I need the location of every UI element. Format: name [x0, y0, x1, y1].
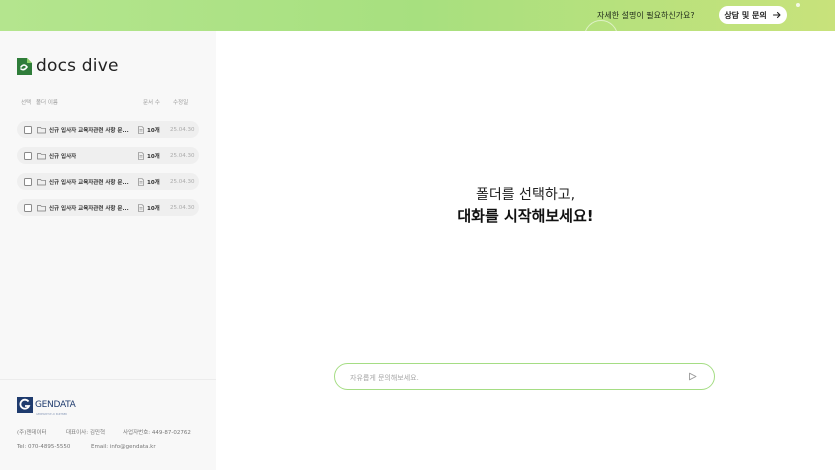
company-logo-text: GENDATA: [35, 400, 76, 410]
folder-doc-count: 10개: [147, 205, 160, 212]
document-icon: [138, 177, 144, 186]
gendata-logo-icon: [17, 397, 33, 413]
folder-date: 25.04.30: [170, 178, 195, 185]
footer-divider: [0, 379, 216, 380]
header-modified: 수정일: [173, 100, 189, 106]
send-icon[interactable]: [688, 372, 697, 381]
docs-dive-logo-icon: [17, 57, 32, 75]
folder-row[interactable]: 신규 입사자 교육자관련 사항 문... 10개 25.04.30: [17, 199, 199, 216]
folder-icon: [37, 152, 46, 159]
chat-input[interactable]: [348, 364, 672, 391]
main-title-line2: 대화를 시작해보세요!: [457, 207, 594, 225]
folder-date: 25.04.30: [170, 152, 195, 159]
top-banner: 자세한 설명이 필요하신가요? 상담 및 문의: [0, 0, 835, 31]
app-logo[interactable]: docs dive: [17, 56, 119, 76]
folder-date: 25.04.30: [170, 204, 195, 211]
chat-input-box: [334, 363, 715, 391]
folder-icon: [37, 178, 46, 185]
email-info: Email: info@gendata.kr: [91, 444, 156, 450]
folder-doc-count: 10개: [147, 127, 160, 134]
header-select: 선택: [21, 100, 32, 106]
logo-text: docs dive: [36, 56, 119, 76]
contact-button[interactable]: 상담 및 문의: [719, 6, 787, 24]
document-icon: [138, 125, 144, 134]
folder-checkbox[interactable]: [24, 151, 32, 160]
business-number: 사업자번호: 449-87-02762: [123, 430, 191, 436]
folder-checkbox[interactable]: [24, 125, 32, 134]
folder-name: 신규 입사자 교육자관련 사항 문...: [49, 179, 129, 186]
main-title-line1: 폴더를 선택하고,: [475, 187, 576, 203]
phone-info: Tel: 070-4895-5550: [17, 444, 71, 450]
arrow-right-icon: [772, 11, 781, 19]
header-doc-count: 문서 수: [143, 100, 160, 106]
folder-doc-count: 10개: [147, 153, 160, 160]
company-logo: GENDATA GENERATIVE AI PARTNER: [17, 397, 76, 416]
folder-date: 25.04.30: [170, 126, 195, 133]
company-logo-subtitle: GENERATIVE AI PARTNER: [36, 413, 68, 416]
folder-name: 신규 입사자 교육자관련 사항 문...: [49, 205, 129, 212]
folder-name: 신규 입사자: [49, 153, 77, 160]
folder-row[interactable]: 신규 입사자 교육자관련 사항 문... 10개 25.04.30: [17, 173, 199, 190]
folder-icon: [37, 204, 46, 211]
contact-button-label: 상담 및 문의: [724, 10, 767, 20]
ceo-info: 대표이사: 김민혁: [66, 430, 106, 436]
folder-checkbox[interactable]: [24, 203, 32, 212]
sidebar: docs dive 선택 폴더 이름 문서 수 수정일 신규 입사자 교육자관련…: [0, 31, 216, 470]
document-icon: [138, 203, 144, 212]
folder-icon: [37, 126, 46, 133]
folder-row[interactable]: 신규 입사자 교육자관련 사항 문... 10개 25.04.30: [17, 121, 199, 138]
banner-decoration-circle: [584, 20, 618, 31]
folder-list: 신규 입사자 교육자관련 사항 문... 10개 25.04.30 신규 입사자…: [17, 121, 199, 225]
company-name: (주)젠데이터: [17, 430, 47, 436]
folder-row[interactable]: 신규 입사자 10개 25.04.30: [17, 147, 199, 164]
banner-decoration-dot: [796, 3, 800, 7]
folder-name: 신규 입사자 교육자관련 사항 문...: [49, 127, 129, 134]
banner-text: 자세한 설명이 필요하신가요?: [597, 11, 695, 20]
folder-doc-count: 10개: [147, 179, 160, 186]
document-icon: [138, 151, 144, 160]
folder-checkbox[interactable]: [24, 177, 32, 186]
header-folder-name: 폴더 이름: [36, 100, 58, 106]
